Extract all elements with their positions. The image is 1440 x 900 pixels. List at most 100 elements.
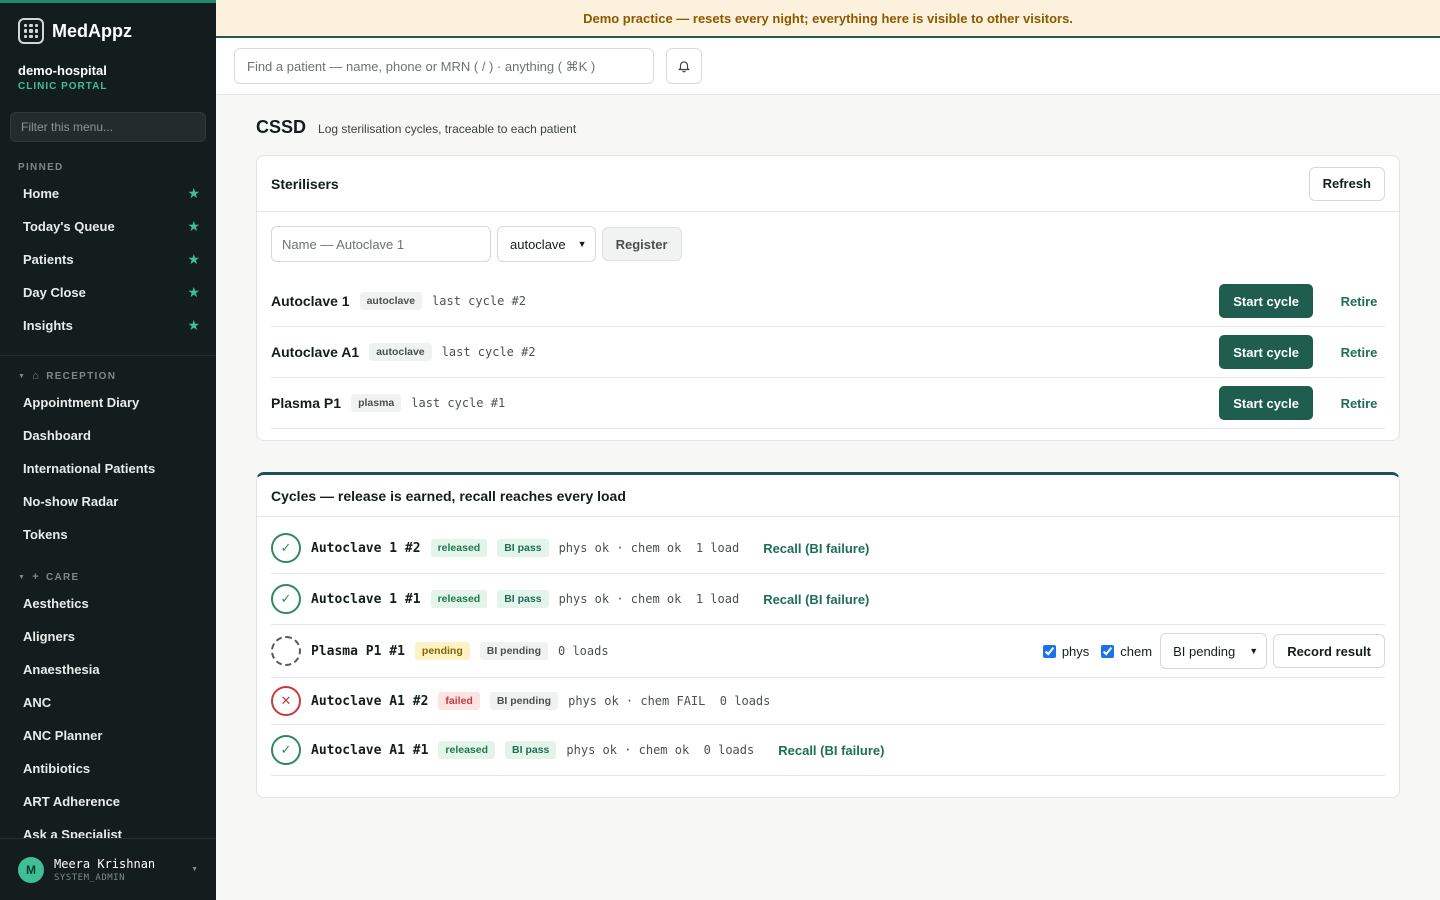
menu-filter-input[interactable] (10, 112, 206, 142)
sidebar-item-antibiotics[interactable]: Antibiotics (0, 752, 216, 785)
record-result-form: phys chem BI pending ▼ Record result (1042, 633, 1385, 669)
sterilisers-card-header: Sterilisers Refresh (257, 156, 1399, 212)
divider (0, 355, 216, 356)
steriliser-last-cycle: last cycle #2 (432, 294, 526, 308)
star-icon[interactable]: ★ (187, 284, 200, 301)
bi-result-select[interactable]: BI pending ▼ (1160, 633, 1268, 669)
sidebar-item-aesthetics[interactable]: Aesthetics (0, 587, 216, 620)
sidebar-item-label: No-show Radar (23, 494, 119, 509)
sidebar-item-art-adherence[interactable]: ART Adherence (0, 785, 216, 818)
sidebar-item-todays-queue[interactable]: Today's Queue ★ (0, 210, 216, 243)
phys-checkbox-label[interactable]: phys (1042, 644, 1089, 659)
chem-checkbox-label[interactable]: chem (1101, 644, 1152, 659)
sidebar-item-label: Home (23, 186, 60, 201)
avatar: M (18, 856, 44, 883)
sidebar-item-aligners[interactable]: Aligners (0, 620, 216, 653)
retire-link[interactable]: Retire (1323, 345, 1385, 360)
cycle-row: ✓ Autoclave 1 #1 released BI pass phys o… (271, 574, 1385, 625)
sidebar-item-no-show-radar[interactable]: No-show Radar (0, 485, 216, 518)
star-icon[interactable]: ★ (187, 317, 200, 334)
status-badge: failed (438, 692, 480, 710)
refresh-button[interactable]: Refresh (1308, 166, 1385, 201)
sidebar-item-anaesthesia[interactable]: Anaesthesia (0, 653, 216, 686)
bi-badge: BI pending (489, 692, 559, 710)
cycle-note: 0 loads (558, 644, 609, 658)
sidebar-item-insights[interactable]: Insights ★ (0, 309, 216, 342)
retire-link[interactable]: Retire (1323, 396, 1385, 411)
bell-icon (677, 61, 691, 73)
sidebar-item-international-patients[interactable]: International Patients (0, 452, 216, 485)
record-result-button[interactable]: Record result (1273, 634, 1385, 668)
recall-link[interactable]: Recall (BI failure) (763, 592, 869, 607)
start-cycle-button[interactable]: Start cycle (1219, 284, 1313, 318)
cycle-note: phys ok · chem ok 0 loads (566, 743, 755, 757)
sidebar-item-patients[interactable]: Patients ★ (0, 243, 216, 276)
notifications-button[interactable] (666, 48, 702, 84)
steriliser-type-tag: autoclave (369, 343, 432, 361)
cycle-note: phys ok · chem FAIL 0 loads (568, 694, 771, 708)
user-info: Meera Krishnan SYSTEM_ADMIN (54, 857, 155, 883)
cycle-row: ✕ Autoclave A1 #2 failed BI pending phys… (271, 678, 1385, 725)
patient-search-input[interactable] (234, 48, 654, 84)
cycle-name: Autoclave 1 #1 (311, 591, 421, 607)
steriliser-name: Plasma P1 (271, 395, 342, 411)
steriliser-type-select[interactable]: autoclave ▼ (497, 226, 596, 262)
bi-badge: BI pass (497, 539, 549, 557)
sterilisers-title: Sterilisers (271, 175, 339, 192)
topbar (216, 38, 1440, 95)
cycle-row: ✓ Autoclave A1 #1 released BI pass phys … (271, 725, 1385, 776)
bi-badge: BI pass (505, 741, 557, 759)
caret-down-icon: ▼ (18, 573, 27, 581)
section-label-care[interactable]: ▼ + CARE (0, 571, 216, 583)
star-icon[interactable]: ★ (187, 251, 200, 268)
sidebar-item-label: Today's Queue (23, 219, 115, 234)
phys-checkbox[interactable] (1042, 644, 1056, 658)
register-button[interactable]: Register (601, 227, 682, 261)
care-list: Aesthetics Aligners Anaesthesia ANC ANC … (0, 587, 216, 851)
brand[interactable]: MedAppz (0, 3, 216, 59)
recall-link[interactable]: Recall (BI failure) (778, 743, 884, 758)
caret-down-icon: ▼ (191, 866, 198, 873)
logo-icon (18, 18, 44, 44)
bi-badge: BI pass (497, 590, 549, 608)
steriliser-row: Autoclave A1 autoclave last cycle #2 Sta… (271, 327, 1385, 378)
app-name: MedAppz (52, 20, 132, 41)
sidebar-item-day-close[interactable]: Day Close ★ (0, 276, 216, 309)
cycles-card: Cycles — release is earned, recall reach… (256, 472, 1400, 798)
check-icon: ✓ (271, 735, 301, 765)
pinned-list: Home ★ Today's Queue ★ Patients ★ Day Close… (0, 177, 216, 342)
retire-link[interactable]: Retire (1323, 294, 1385, 309)
cycle-note: phys ok · chem ok 1 load (558, 541, 740, 555)
reception-list: Appointment Diary Dashboard Internationa… (0, 386, 216, 551)
sidebar-item-label: ANC (23, 695, 52, 710)
star-icon[interactable]: ★ (187, 185, 200, 202)
star-icon[interactable]: ★ (187, 218, 200, 235)
section-label-reception[interactable]: ▼ ⌂ RECEPTION (0, 370, 216, 382)
sidebar-item-anc-planner[interactable]: ANC Planner (0, 719, 216, 752)
steriliser-name-input[interactable] (271, 226, 491, 262)
start-cycle-button[interactable]: Start cycle (1219, 335, 1313, 369)
steriliser-row: Autoclave 1 autoclave last cycle #2 Star… (271, 276, 1385, 327)
steriliser-name: Autoclave A1 (271, 344, 360, 360)
section-label-text: RECEPTION (46, 370, 117, 382)
cycle-list: ✓ Autoclave 1 #2 released BI pass phys o… (257, 517, 1399, 776)
sidebar-item-dashboard[interactable]: Dashboard (0, 419, 216, 452)
cycle-name: Autoclave A1 #2 (311, 693, 429, 709)
sidebar-item-label: Aligners (23, 629, 76, 644)
demo-banner: Demo practice — resets every night; ever… (216, 0, 1440, 38)
user-menu[interactable]: M Meera Krishnan SYSTEM_ADMIN ▼ (0, 838, 216, 900)
sidebar-item-label: Day Close (23, 285, 86, 300)
chevron-down-icon: ▼ (577, 239, 587, 249)
sidebar-item-label: Patients (23, 252, 74, 267)
sidebar-item-home[interactable]: Home ★ (0, 177, 216, 210)
sidebar-item-anc[interactable]: ANC (0, 686, 216, 719)
chem-checkbox[interactable] (1101, 644, 1115, 658)
select-value: autoclave (510, 236, 566, 252)
recall-link[interactable]: Recall (BI failure) (763, 541, 869, 556)
sidebar-item-tokens[interactable]: Tokens (0, 518, 216, 551)
user-name: Meera Krishnan (54, 856, 156, 871)
sidebar-item-appointment-diary[interactable]: Appointment Diary (0, 386, 216, 419)
steriliser-type-tag: plasma (351, 394, 402, 412)
start-cycle-button[interactable]: Start cycle (1219, 386, 1313, 420)
select-value: BI pending (1173, 643, 1236, 659)
